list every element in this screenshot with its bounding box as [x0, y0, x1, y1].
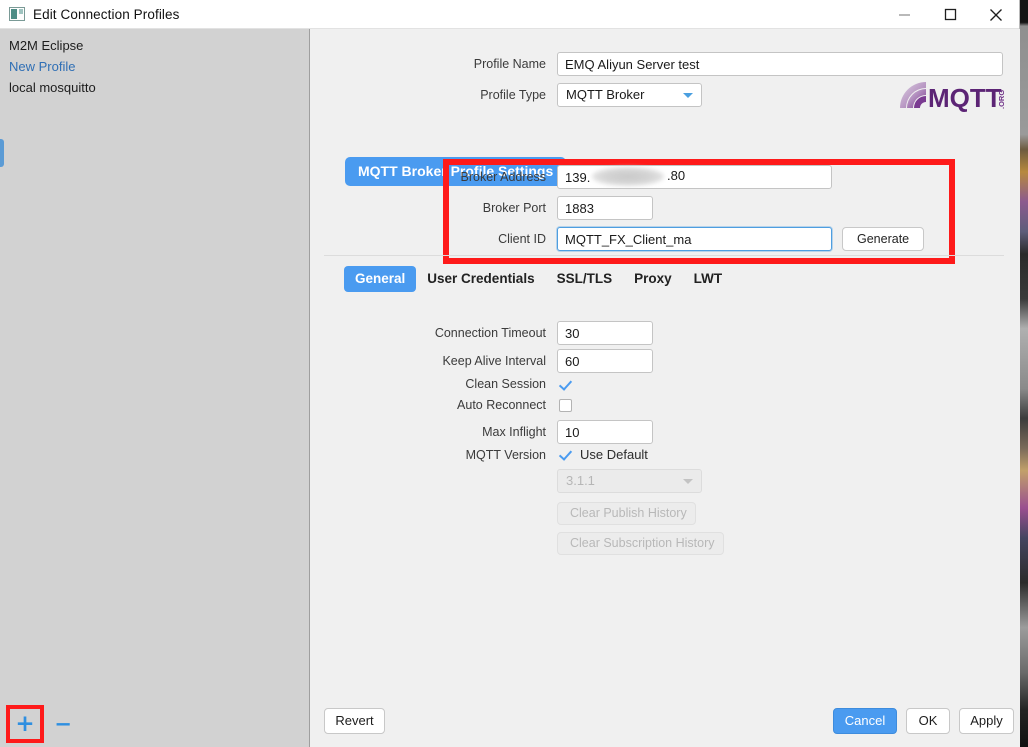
window-controls — [881, 0, 1019, 29]
client-id-label: Client ID — [498, 232, 546, 246]
sidebar-selection-marker — [0, 139, 4, 167]
use-default-label: Use Default — [580, 447, 648, 462]
keep-alive-input[interactable] — [557, 349, 653, 373]
broker-address-row: Broker Address .80 — [310, 165, 1006, 189]
profile-name-label: Profile Name — [473, 57, 546, 71]
clean-session-checkbox[interactable] — [559, 378, 572, 391]
tab-general[interactable]: General — [344, 266, 417, 292]
client-id-row: Client ID Generate — [310, 227, 1006, 251]
sidebar-item-label: New Profile — [9, 59, 76, 74]
use-default-checkbox[interactable] — [559, 448, 572, 461]
window-app-icon — [9, 7, 25, 21]
keep-alive-row: Keep Alive Interval — [310, 349, 1006, 373]
dialog-button-bar: Revert Cancel OK Apply — [310, 697, 1020, 747]
tab-label: LWT — [693, 271, 723, 286]
broker-port-row: Broker Port — [310, 196, 1006, 220]
profiles-sidebar: M2M Eclipse New Profile local mosquitto … — [0, 29, 310, 747]
max-inflight-input[interactable] — [557, 420, 653, 444]
sidebar-footer-toolbar: + − — [0, 701, 310, 747]
tab-label: User Credentials — [427, 271, 535, 286]
auto-reconnect-checkbox[interactable] — [559, 398, 572, 412]
broker-address-field-wrap: .80 — [557, 165, 832, 189]
clean-session-label: Clean Session — [465, 377, 546, 391]
remove-profile-button[interactable]: − — [48, 707, 78, 741]
section-divider — [324, 255, 1004, 256]
clear-subscription-row: Clear Subscription History — [557, 532, 724, 555]
client-id-input[interactable] — [557, 227, 832, 251]
redaction-blur-overlay — [592, 167, 664, 186]
connection-timeout-row: Connection Timeout — [310, 321, 1006, 345]
mqtt-version-select[interactable]: 3.1.1 — [557, 469, 702, 493]
tab-user-credentials[interactable]: User Credentials — [416, 266, 545, 292]
sidebar-item-label: local mosquitto — [9, 80, 96, 95]
desktop-background-sliver — [1020, 0, 1028, 747]
profile-type-row: Profile Type MQTT Broker — [310, 83, 1006, 107]
tab-proxy[interactable]: Proxy — [623, 266, 683, 292]
screen-root: Edit Connection Profiles M2M Eclipse New… — [0, 0, 1028, 747]
minimize-button[interactable] — [881, 0, 927, 29]
sidebar-item-m2m-eclipse[interactable]: M2M Eclipse — [0, 35, 309, 56]
tab-label: SSL/TLS — [556, 271, 613, 286]
clear-publish-history-button[interactable]: Clear Publish History — [557, 502, 696, 525]
profile-name-row: Profile Name — [310, 52, 1006, 76]
sidebar-item-local-mosquitto[interactable]: local mosquitto — [0, 77, 309, 98]
tab-label: Proxy — [634, 271, 672, 286]
tab-ssl-tls[interactable]: SSL/TLS — [546, 266, 624, 292]
profile-type-select[interactable]: MQTT Broker — [557, 83, 702, 107]
profile-type-label: Profile Type — [480, 88, 546, 102]
max-inflight-label: Max Inflight — [482, 425, 546, 439]
broker-address-label: Broker Address — [460, 170, 546, 184]
clear-publish-row: Clear Publish History — [557, 502, 696, 525]
plus-icon: + — [15, 710, 35, 737]
ok-button[interactable]: OK — [906, 708, 950, 734]
clear-subscription-history-button[interactable]: Clear Subscription History — [557, 532, 724, 555]
mqtt-version-row: MQTT Version Use Default — [310, 447, 1006, 462]
profile-name-input[interactable] — [557, 52, 1003, 76]
profiles-list: M2M Eclipse New Profile local mosquitto — [0, 29, 309, 98]
window-body: M2M Eclipse New Profile local mosquitto … — [0, 29, 1020, 747]
connection-timeout-input[interactable] — [557, 321, 653, 345]
maximize-button[interactable] — [927, 0, 973, 29]
connection-timeout-label: Connection Timeout — [434, 326, 546, 340]
broker-port-label: Broker Port — [482, 201, 546, 215]
broker-address-tail: .80 — [667, 168, 686, 183]
auto-reconnect-label: Auto Reconnect — [457, 398, 546, 412]
tab-lwt[interactable]: LWT — [683, 266, 734, 292]
settings-tabs: General User Credentials SSL/TLS Proxy L… — [344, 266, 733, 292]
clean-session-row: Clean Session — [310, 377, 1006, 391]
revert-button[interactable]: Revert — [324, 708, 385, 734]
mqtt-version-value: 3.1.1 — [566, 473, 595, 488]
add-profile-button[interactable]: + — [6, 705, 44, 743]
window-title: Edit Connection Profiles — [33, 6, 180, 22]
mqtt-version-label: MQTT Version — [465, 447, 546, 462]
title-bar: Edit Connection Profiles — [0, 0, 1019, 29]
generate-client-id-button[interactable]: Generate — [842, 227, 925, 251]
minus-icon: − — [54, 711, 72, 736]
profile-type-value: MQTT Broker — [566, 87, 645, 102]
profile-editor-pane: MQTT .ORG Profile Name Profile Type MQTT… — [310, 29, 1020, 747]
chevron-down-icon — [683, 479, 693, 484]
close-button[interactable] — [973, 0, 1019, 29]
tab-label: General — [355, 271, 406, 286]
max-inflight-row: Max Inflight — [310, 420, 1006, 444]
keep-alive-label: Keep Alive Interval — [442, 354, 546, 368]
sidebar-item-label: M2M Eclipse — [9, 38, 84, 53]
apply-button[interactable]: Apply — [959, 708, 1014, 734]
auto-reconnect-row: Auto Reconnect — [310, 398, 1006, 412]
broker-port-input[interactable] — [557, 196, 653, 220]
edit-connection-profiles-window: Edit Connection Profiles M2M Eclipse New… — [0, 0, 1020, 747]
sidebar-item-new-profile[interactable]: New Profile — [0, 56, 309, 77]
chevron-down-icon — [683, 93, 693, 98]
cancel-button[interactable]: Cancel — [833, 708, 897, 734]
mqtt-version-select-row: 3.1.1 — [557, 469, 702, 493]
